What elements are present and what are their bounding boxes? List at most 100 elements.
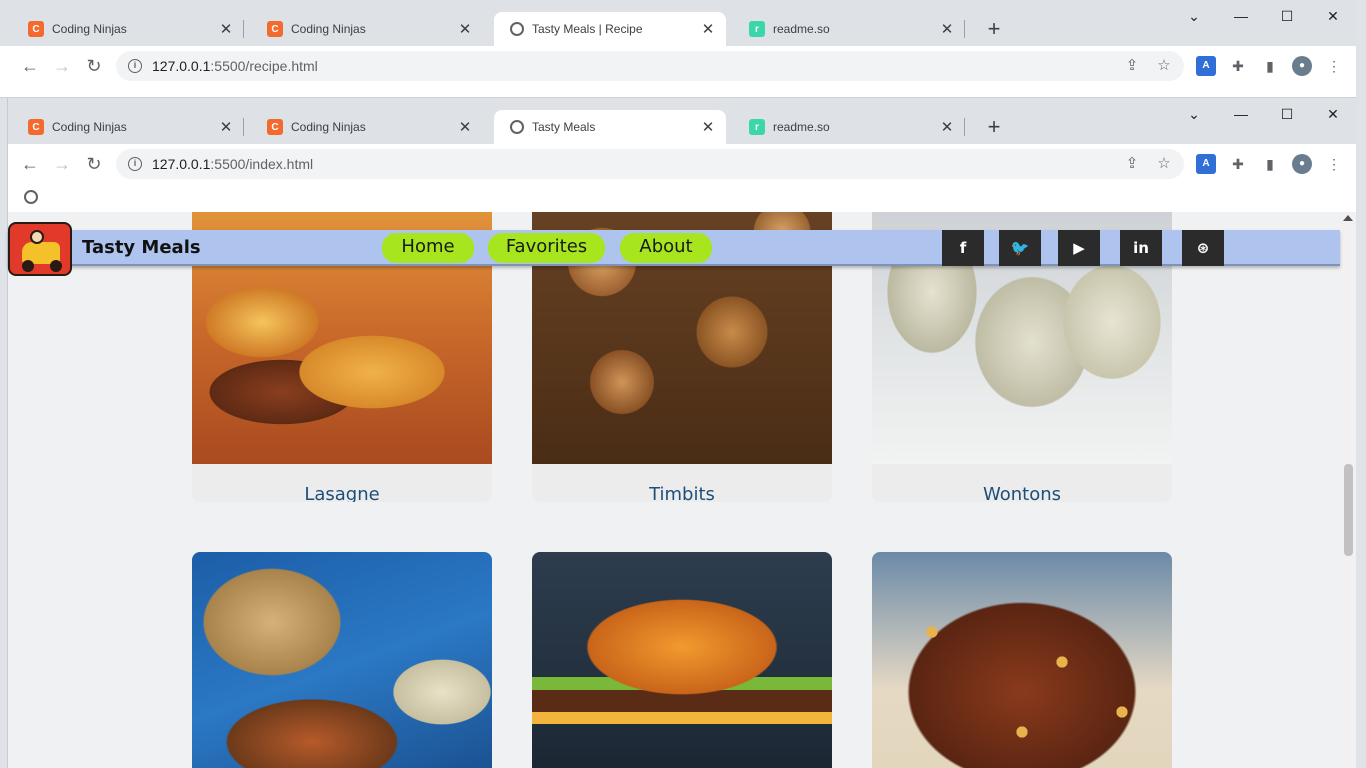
- extensions-puzzle-icon[interactable]: ✚: [1228, 154, 1248, 174]
- meal-name: Wontons: [982, 484, 1062, 502]
- close-tab-icon[interactable]: ✕: [939, 20, 955, 38]
- meal-card[interactable]: [192, 552, 492, 768]
- tab-strip: C Coding Ninjas ✕ C Coding Ninjas ✕ Tast…: [0, 0, 1356, 46]
- back-arrow-icon[interactable]: ←: [18, 54, 42, 78]
- tab-search-chevron-icon[interactable]: ⌄: [1171, 102, 1217, 126]
- tab-title: Coding Ninjas: [52, 22, 127, 36]
- tab-coding-ninjas-2[interactable]: C Coding Ninjas ✕: [251, 12, 483, 46]
- share-icon[interactable]: ⇪: [1122, 56, 1142, 76]
- nav-about[interactable]: About: [620, 233, 712, 263]
- maximize-button[interactable]: ☐: [1264, 4, 1310, 28]
- github-icon[interactable]: ⊛: [1182, 230, 1224, 266]
- tab-tasty-meals-recipe[interactable]: Tasty Meals | Recipe ✕: [494, 12, 726, 46]
- side-panel-icon[interactable]: ▮: [1260, 154, 1280, 174]
- globe-icon: [510, 120, 524, 134]
- profile-avatar[interactable]: ●: [1292, 56, 1312, 76]
- tab-title: Tasty Meals | Recipe: [532, 22, 643, 36]
- twitter-icon[interactable]: 🐦: [999, 230, 1041, 266]
- browser-toolbar: ← → ↻ i 127.0.0.1:5500/recipe.html ⇪ ☆ A…: [0, 46, 1356, 86]
- extensions-puzzle-icon[interactable]: ✚: [1228, 56, 1248, 76]
- reload-icon[interactable]: ↻: [82, 54, 106, 78]
- bookmarks-bar: [8, 184, 1356, 212]
- address-bar[interactable]: i 127.0.0.1:5500/index.html ⇪ ☆: [116, 149, 1184, 179]
- coding-ninjas-favicon-icon: C: [28, 119, 44, 135]
- close-tab-icon[interactable]: ✕: [457, 118, 473, 136]
- tab-readme[interactable]: r readme.so ✕: [733, 12, 965, 46]
- url-path: :5500/recipe.html: [210, 58, 318, 74]
- meal-image: [872, 552, 1172, 768]
- site-info-icon[interactable]: i: [128, 59, 142, 73]
- browser-window-front: C Coding Ninjas ✕ C Coding Ninjas ✕ Tast…: [8, 98, 1356, 768]
- nav-favorites[interactable]: Favorites: [488, 233, 605, 263]
- tab-tasty-meals[interactable]: Tasty Meals ✕: [494, 110, 726, 144]
- scroll-up-arrow-icon[interactable]: [1343, 215, 1353, 221]
- address-bar[interactable]: i 127.0.0.1:5500/recipe.html ⇪ ☆: [116, 51, 1184, 81]
- close-tab-icon[interactable]: ✕: [457, 20, 473, 38]
- coding-ninjas-favicon-icon: C: [267, 21, 283, 37]
- tab-coding-ninjas-1[interactable]: C Coding Ninjas ✕: [12, 110, 244, 144]
- url-host: 127.0.0.1: [152, 58, 211, 74]
- coding-ninjas-favicon-icon: C: [28, 21, 44, 37]
- page-viewport: Lasagne Timbits Wontons: [8, 212, 1340, 768]
- coding-ninjas-favicon-icon: C: [267, 119, 283, 135]
- scrollbar-thumb[interactable]: [1344, 464, 1353, 556]
- side-panel-icon[interactable]: ▮: [1260, 56, 1280, 76]
- menu-kebab-icon[interactable]: ⋮: [1324, 56, 1344, 76]
- browser-toolbar: ← → ↻ i 127.0.0.1:5500/index.html ⇪ ☆ A …: [8, 144, 1356, 184]
- site-logo[interactable]: [8, 222, 72, 276]
- bookmark-star-icon[interactable]: ☆: [1154, 154, 1174, 174]
- reload-icon[interactable]: ↻: [82, 152, 106, 176]
- profile-avatar[interactable]: ●: [1292, 154, 1312, 174]
- globe-icon: [510, 22, 524, 36]
- tab-coding-ninjas-1[interactable]: C Coding Ninjas ✕: [12, 12, 244, 46]
- nav-home[interactable]: Home: [382, 233, 474, 263]
- meal-name: Lasagne: [304, 484, 380, 502]
- meal-image: [532, 552, 832, 768]
- close-tab-icon[interactable]: ✕: [700, 20, 716, 38]
- extension-app-icon[interactable]: A: [1196, 56, 1216, 76]
- readme-favicon-icon: r: [749, 119, 765, 135]
- tab-title: readme.so: [773, 22, 830, 36]
- new-tab-button[interactable]: +: [980, 114, 1008, 142]
- menu-kebab-icon[interactable]: ⋮: [1324, 154, 1344, 174]
- close-window-button[interactable]: ✕: [1310, 102, 1356, 126]
- tab-title: Coding Ninjas: [291, 120, 366, 134]
- new-tab-button[interactable]: +: [980, 16, 1008, 44]
- back-arrow-icon[interactable]: ←: [18, 152, 42, 176]
- tab-search-chevron-icon[interactable]: ⌄: [1171, 4, 1217, 28]
- youtube-icon[interactable]: ▶: [1058, 230, 1100, 266]
- tab-title: Coding Ninjas: [52, 120, 127, 134]
- meal-image: [192, 552, 492, 768]
- browser-window-back: C Coding Ninjas ✕ C Coding Ninjas ✕ Tast…: [0, 0, 1356, 98]
- bookmark-star-icon[interactable]: ☆: [1154, 56, 1174, 76]
- extension-app-icon[interactable]: A: [1196, 154, 1216, 174]
- close-tab-icon[interactable]: ✕: [700, 118, 716, 136]
- page-scrollbar[interactable]: [1340, 212, 1356, 768]
- forward-arrow-icon[interactable]: →: [50, 54, 74, 78]
- minimize-button[interactable]: —: [1218, 102, 1264, 126]
- forward-arrow-icon[interactable]: →: [50, 152, 74, 176]
- tab-title: Coding Ninjas: [291, 22, 366, 36]
- maximize-button[interactable]: ☐: [1264, 102, 1310, 126]
- tab-title: readme.so: [773, 120, 830, 134]
- site-brand[interactable]: Tasty Meals: [82, 237, 201, 258]
- close-tab-icon[interactable]: ✕: [939, 118, 955, 136]
- meal-card[interactable]: [532, 552, 832, 768]
- readme-favicon-icon: r: [749, 21, 765, 37]
- close-tab-icon[interactable]: ✕: [218, 118, 234, 136]
- meal-card[interactable]: [872, 552, 1172, 768]
- tab-readme[interactable]: r readme.so ✕: [733, 110, 965, 144]
- minimize-button[interactable]: —: [1218, 4, 1264, 28]
- globe-icon[interactable]: [24, 190, 38, 204]
- url-path: :5500/index.html: [210, 156, 314, 172]
- meal-name: Timbits: [649, 484, 715, 502]
- linkedin-icon[interactable]: in: [1120, 230, 1162, 266]
- tab-coding-ninjas-2[interactable]: C Coding Ninjas ✕: [251, 110, 483, 144]
- tab-strip: C Coding Ninjas ✕ C Coding Ninjas ✕ Tast…: [8, 98, 1356, 144]
- close-tab-icon[interactable]: ✕: [218, 20, 234, 38]
- tab-title: Tasty Meals: [532, 120, 596, 134]
- share-icon[interactable]: ⇪: [1122, 154, 1142, 174]
- close-window-button[interactable]: ✕: [1310, 4, 1356, 28]
- site-info-icon[interactable]: i: [128, 157, 142, 171]
- facebook-icon[interactable]: f: [942, 230, 984, 266]
